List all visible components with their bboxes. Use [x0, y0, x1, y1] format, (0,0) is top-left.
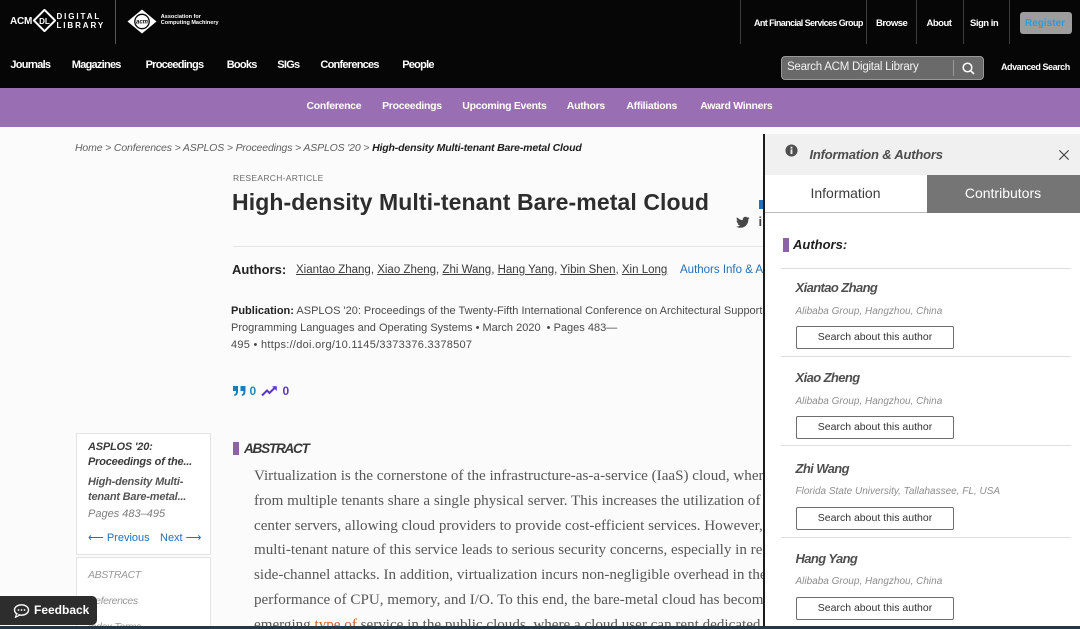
svg-text:acm: acm	[135, 20, 148, 26]
svg-text:DL: DL	[39, 17, 50, 26]
